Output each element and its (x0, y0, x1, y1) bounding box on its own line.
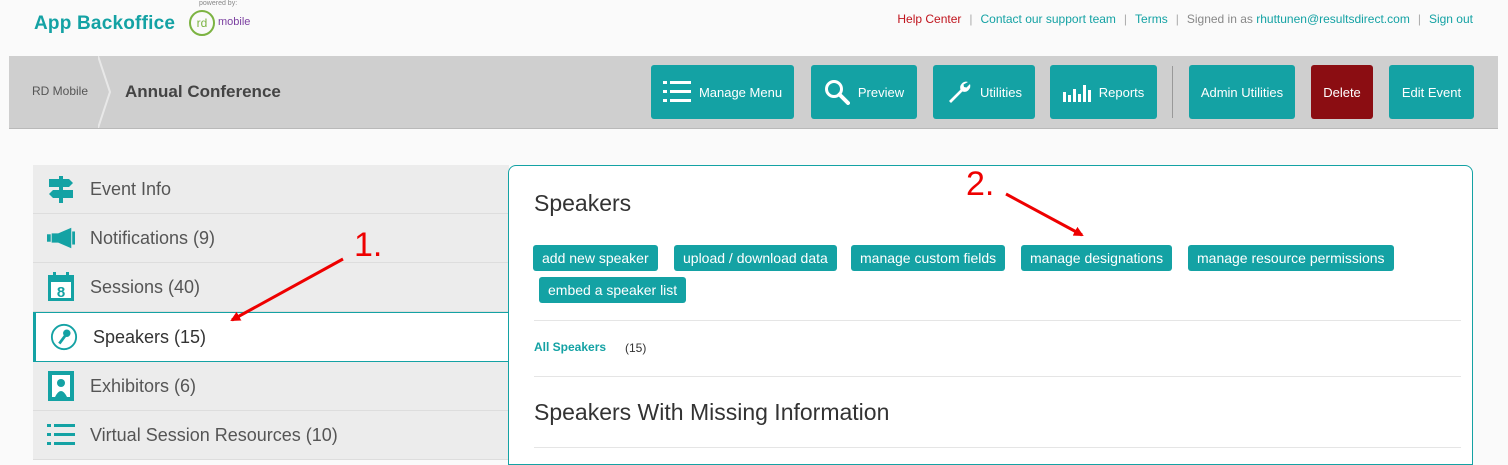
annotation-arrow-two (1005, 192, 1084, 237)
annotation-arrow-one (230, 257, 344, 322)
annotation-arrows (230, 192, 1084, 322)
